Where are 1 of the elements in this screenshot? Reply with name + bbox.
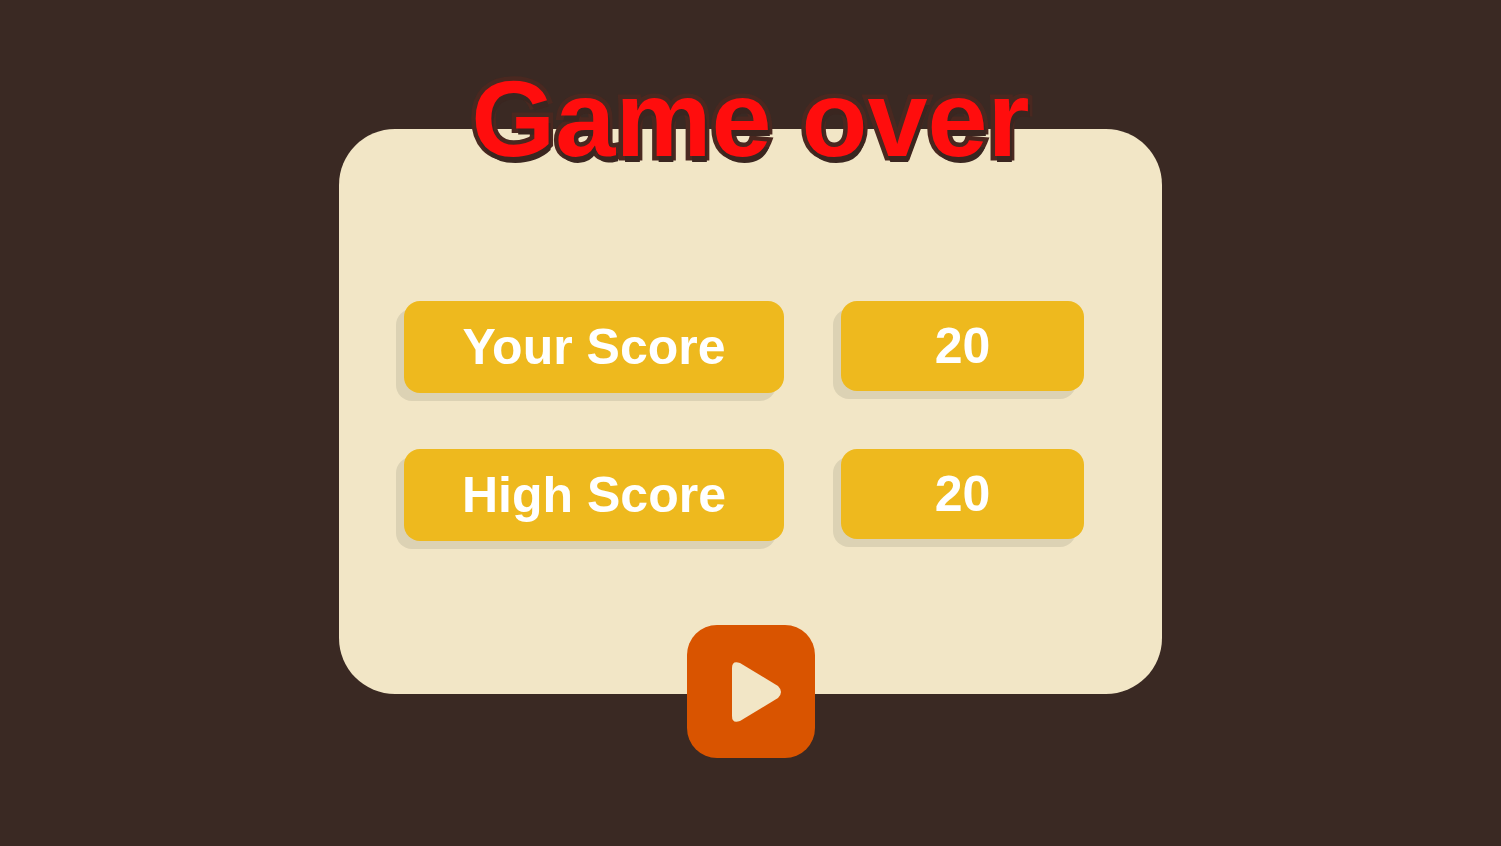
play-button[interactable] — [686, 625, 815, 758]
